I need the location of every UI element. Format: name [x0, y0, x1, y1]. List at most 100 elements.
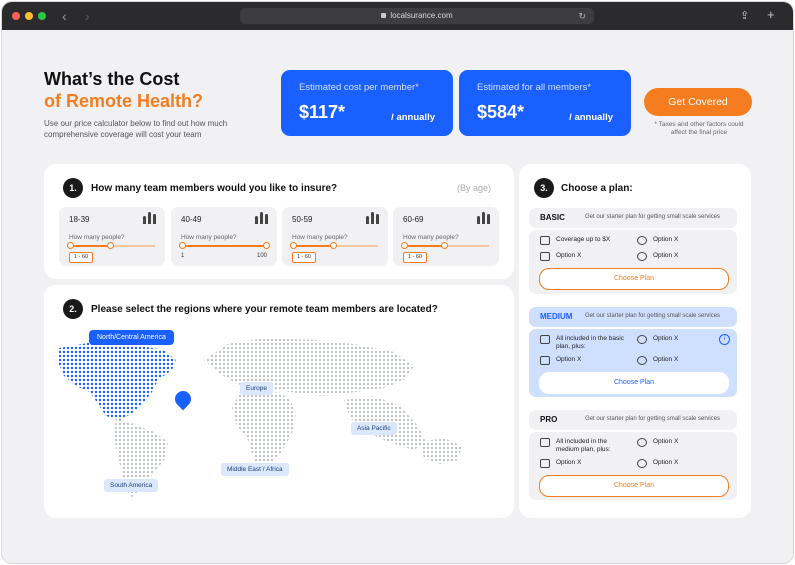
back-icon[interactable]: ‹ — [62, 8, 67, 24]
age-range: 50-59 — [292, 215, 313, 224]
range-slider-fill — [69, 245, 109, 247]
age-group-18-39: 18-39 How many people? 1 - 60 — [59, 207, 165, 266]
shield-check-icon — [637, 356, 647, 365]
africa-shape[interactable] — [232, 390, 296, 470]
plan-feature: Option X — [653, 236, 679, 243]
card-period: / annually — [569, 112, 613, 123]
plan-feature: Option X — [653, 335, 679, 342]
slider-max-handle[interactable] — [263, 242, 270, 249]
id-card-icon — [540, 236, 550, 245]
range-min-value: 1 — [181, 253, 185, 259]
region-europe[interactable]: Europe — [240, 382, 273, 395]
info-icon[interactable]: i — [719, 334, 730, 345]
get-covered-button[interactable]: Get Covered — [644, 88, 752, 116]
share-icon[interactable]: ⇪ — [740, 9, 749, 22]
plan-features: All included in the medium plan, plus: O… — [529, 432, 737, 500]
region-south-america[interactable]: South America — [104, 479, 159, 492]
plan-name: MEDIUM — [540, 312, 573, 321]
north-america-shape[interactable] — [58, 342, 176, 420]
age-group-40-49: 40-49 How many people? 1 100 — [171, 207, 277, 266]
people-icon — [255, 212, 269, 224]
range-max-value: 100 — [256, 253, 267, 259]
shield-check-icon — [637, 459, 647, 468]
close-window-icon[interactable] — [12, 12, 20, 20]
title-line-2: of Remote Health? — [44, 91, 204, 111]
plan-feature: Option X — [556, 459, 582, 466]
slider-min-handle[interactable] — [67, 242, 74, 249]
chart-icon — [540, 252, 550, 261]
quantity-label: How many people? — [403, 234, 459, 241]
tax-note: * Taxes and other factors could affect t… — [654, 121, 744, 136]
plan-feature: Option X — [653, 459, 679, 466]
slider-min-handle[interactable] — [290, 242, 297, 249]
slider-max-handle[interactable] — [107, 242, 114, 249]
plan-description: Get our starter plan for getting small s… — [585, 313, 721, 319]
age-range: 60-69 — [403, 215, 424, 224]
quantity-label: How many people? — [181, 234, 237, 241]
quantity-label: How many people? — [292, 234, 348, 241]
forward-icon[interactable]: › — [85, 8, 90, 24]
team-size-panel: 1. How many team members would you like … — [44, 164, 514, 279]
range-value-chip: 1 - 60 — [69, 252, 93, 263]
plan-feature: Option X — [556, 252, 582, 259]
age-group-60-69: 60-69 How many people? 1 - 60 — [393, 207, 499, 266]
plan-header: MEDIUM Get our starter plan for getting … — [529, 307, 737, 327]
plan-feature: Option X — [556, 356, 582, 363]
cost-all-members-card: Estimated for all members* $584* / annua… — [459, 70, 631, 136]
browser-titlebar: ‹ › localsurance.com ↻ ⇪ + — [2, 2, 793, 30]
address-bar[interactable]: localsurance.com ↻ — [240, 8, 594, 24]
plan-description: Get our starter plan for getting small s… — [585, 416, 721, 422]
page-subtitle: Use our price calculator below to find o… — [44, 119, 228, 139]
age-range: 18-39 — [69, 215, 90, 224]
card-amount: $584* — [477, 102, 525, 122]
shield-check-icon — [637, 252, 647, 261]
range-slider-fill — [181, 245, 267, 247]
choose-plan-pro-button[interactable]: Choose Plan — [539, 475, 729, 497]
region-middle-east-africa[interactable]: Middle East / Africa — [221, 463, 289, 476]
title-line-1: What’s the Cost — [44, 69, 180, 89]
people-icon — [143, 212, 157, 224]
maximize-window-icon[interactable] — [38, 12, 46, 20]
plan-features: Coverage up to $X Option X Option X Opti… — [529, 230, 737, 294]
choose-plan-basic-button[interactable]: Choose Plan — [539, 268, 729, 290]
plan-feature: All included in the basic plan, plus: — [556, 335, 624, 350]
slider-min-handle[interactable] — [179, 242, 186, 249]
age-range: 40-49 — [181, 215, 202, 224]
page-title: What’s the Cost of Remote Health? — [44, 68, 203, 112]
chart-icon — [540, 459, 550, 468]
range-slider-fill — [292, 245, 332, 247]
plan-feature: All included in the medium plan, plus: — [556, 438, 611, 453]
quantity-label: How many people? — [69, 234, 125, 241]
step-number: 1. — [63, 178, 83, 198]
by-age-hint: (By age) — [457, 183, 492, 193]
dollar-icon — [637, 236, 647, 245]
slider-max-handle[interactable] — [330, 242, 337, 249]
card-label: Estimated cost per member* — [299, 82, 419, 93]
chart-icon — [540, 356, 550, 365]
range-slider-fill — [403, 245, 443, 247]
url-text: localsurance.com — [390, 11, 453, 20]
plan-feature: Option X — [653, 356, 679, 363]
region-asia-pacific[interactable]: Asia Pacific — [351, 422, 397, 435]
new-tab-icon[interactable]: + — [767, 7, 775, 22]
step-number: 2. — [63, 299, 83, 319]
slider-max-handle[interactable] — [441, 242, 448, 249]
range-value-chip: 1 - 60 — [292, 252, 316, 263]
region-north-central-america[interactable]: North/Central America — [89, 330, 174, 345]
minimize-window-icon[interactable] — [25, 12, 33, 20]
reload-icon[interactable]: ↻ — [578, 8, 586, 24]
dollar-icon — [637, 438, 647, 447]
range-value-chip: 1 - 60 — [403, 252, 427, 263]
australia-shape[interactable] — [420, 438, 462, 464]
cost-per-member-card: Estimated cost per member* $117* / annua… — [281, 70, 453, 136]
plan-name: BASIC — [540, 213, 565, 222]
plan-feature: Option X — [653, 252, 679, 259]
plan-feature: Option X — [653, 438, 679, 445]
choose-plan-medium-button[interactable]: Choose Plan — [539, 372, 729, 394]
eurasia-shape[interactable] — [204, 338, 414, 396]
plan-name: PRO — [540, 415, 558, 424]
page-content: What’s the Cost of Remote Health? Use ou… — [2, 30, 793, 563]
lock-icon — [381, 13, 387, 19]
slider-min-handle[interactable] — [401, 242, 408, 249]
age-group-50-59: 50-59 How many people? 1 - 60 — [282, 207, 388, 266]
